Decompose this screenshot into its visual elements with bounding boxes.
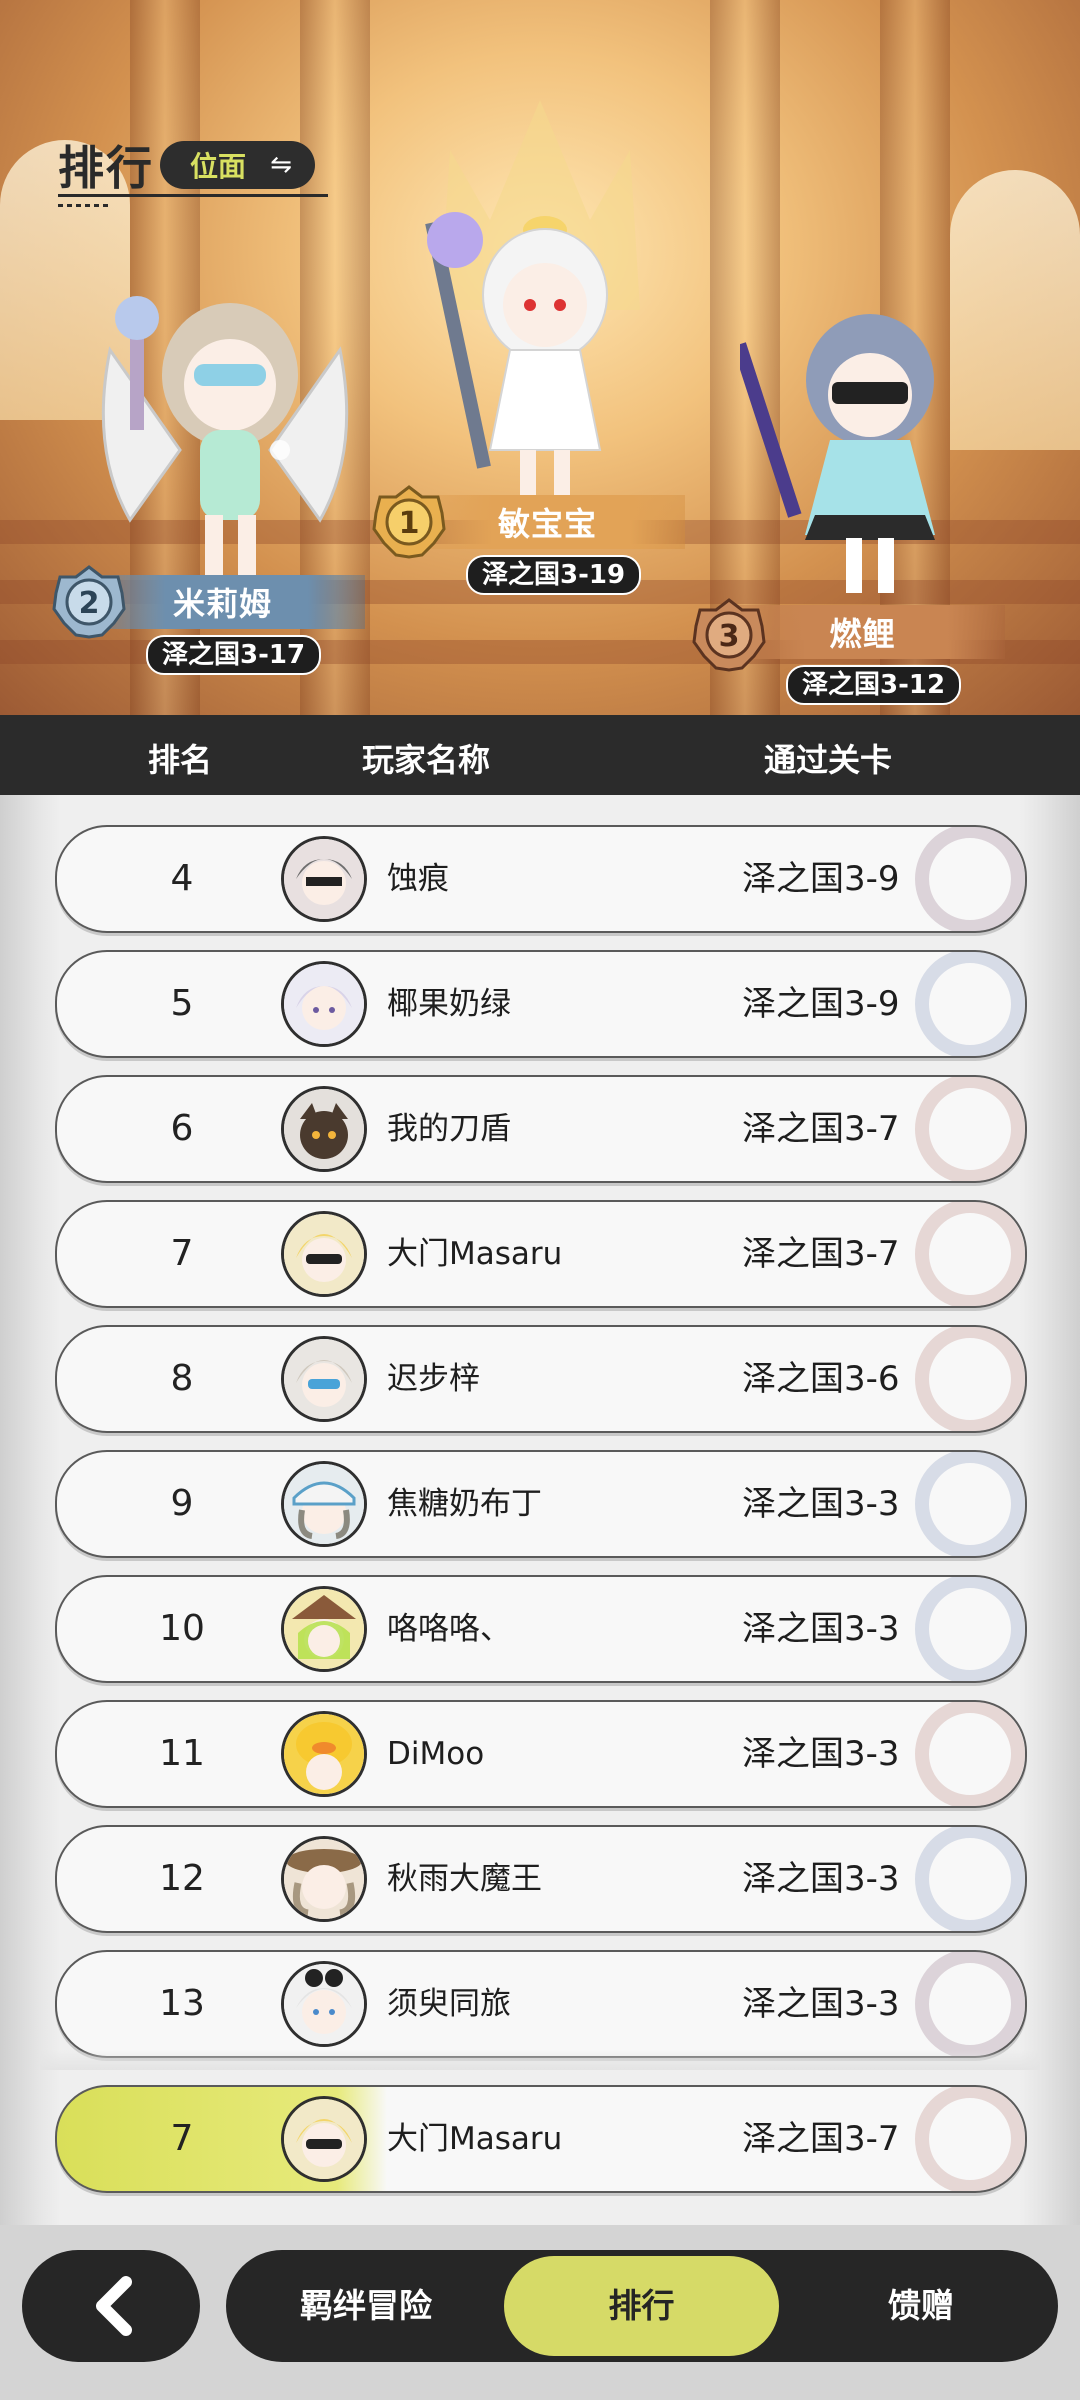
rank-3-name: 燃鲤 xyxy=(829,615,896,653)
avatar[interactable] xyxy=(281,1461,367,1547)
table-row[interactable]: 8 迟步梓 泽之国3-6 xyxy=(55,1325,1027,1433)
svg-text:3: 3 xyxy=(719,619,740,654)
table-row[interactable]: 9 焦糖奶布丁 泽之国3-3 xyxy=(55,1450,1027,1558)
table-row[interactable]: 6 我的刀盾 泽之国3-7 xyxy=(55,1075,1027,1183)
title-underline xyxy=(58,194,328,197)
row-stage: 泽之国3-3 xyxy=(742,1609,900,1649)
rank-3-character[interactable] xyxy=(740,300,970,600)
column-rank: 排名 xyxy=(148,741,213,779)
my-rank-row[interactable]: 7 大门Masaru 泽之国3-7 xyxy=(55,2085,1027,2193)
title-dots xyxy=(58,204,108,207)
avatar[interactable] xyxy=(281,1711,367,1797)
row-player-name: 椰果奶绿 xyxy=(387,986,511,1022)
column-stage: 通过关卡 xyxy=(764,741,893,779)
rank-1-name-plate: 敏宝宝 xyxy=(410,495,685,549)
row-rank: 13 xyxy=(159,1983,205,2024)
row-stage: 泽之国3-3 xyxy=(742,1734,900,1774)
row-stage: 泽之国3-7 xyxy=(742,1234,900,1274)
row-player-name: 秋雨大魔王 xyxy=(387,1861,542,1897)
back-button[interactable] xyxy=(22,2250,200,2362)
my-stage: 泽之国3-7 xyxy=(742,2119,900,2159)
tab-gift[interactable]: 馈赠 xyxy=(816,2250,1026,2362)
page-title: 排行 xyxy=(58,141,154,195)
row-stage: 泽之国3-3 xyxy=(742,1984,900,2024)
svg-text:1: 1 xyxy=(399,506,420,541)
row-rank: 11 xyxy=(159,1733,205,1774)
swap-arrows-icon: ⇋ xyxy=(270,150,292,180)
row-rank: 12 xyxy=(159,1858,205,1899)
plane-switch-button[interactable]: 位面 ⇋ xyxy=(160,141,315,189)
row-stage: 泽之国3-3 xyxy=(742,1484,900,1524)
rank-1-stage: 泽之国3-19 xyxy=(466,555,642,595)
column-player: 玩家名称 xyxy=(362,741,491,779)
rank-3-medal-icon: 3 xyxy=(692,598,766,672)
column-header: 排名 玩家名称 通过关卡 xyxy=(0,715,1080,795)
my-player-name: 大门Masaru xyxy=(387,2121,563,2157)
row-player-name: 蚀痕 xyxy=(387,861,449,897)
row-player-name: 迟步梓 xyxy=(387,1361,480,1397)
avatar[interactable] xyxy=(281,2096,367,2182)
svg-text:2: 2 xyxy=(79,586,100,621)
row-rank: 7 xyxy=(170,1233,194,1274)
avatar[interactable] xyxy=(281,1211,367,1297)
plane-label: 位面 xyxy=(190,150,247,183)
table-row[interactable]: 12 秋雨大魔王 泽之国3-3 xyxy=(55,1825,1027,1933)
chevron-left-icon xyxy=(96,2276,132,2336)
rank-1-character[interactable] xyxy=(420,210,640,510)
avatar[interactable] xyxy=(281,1586,367,1672)
row-stage: 泽之国3-7 xyxy=(742,1109,900,1149)
row-rank: 10 xyxy=(159,1608,205,1649)
row-player-name: 我的刀盾 xyxy=(387,1111,511,1147)
table-row[interactable]: 4 蚀痕 泽之国3-9 xyxy=(55,825,1027,933)
table-row[interactable]: 13 须臾同旅 泽之国3-3 xyxy=(55,1950,1027,2058)
rank-1-medal-icon: 1 xyxy=(372,485,446,559)
podium-scene: 排行 位面 ⇋ 敏宝宝 1 泽之国3-19 米莉姆 2 泽之国3-17 燃鲤 3… xyxy=(0,0,1080,715)
my-rank: 7 xyxy=(170,2118,194,2159)
row-player-name: 须臾同旅 xyxy=(387,1986,511,2022)
avatar[interactable] xyxy=(281,1336,367,1422)
row-rank: 6 xyxy=(170,1108,194,1149)
row-stage: 泽之国3-3 xyxy=(742,1859,900,1899)
row-player-name: DiMoo xyxy=(387,1736,485,1772)
rank-3-stage: 泽之国3-12 xyxy=(786,665,962,705)
nav-tabs: 羁绊冒险 排行 馈赠 xyxy=(226,2250,1058,2362)
row-player-name: 焦糖奶布丁 xyxy=(387,1486,542,1522)
avatar[interactable] xyxy=(281,961,367,1047)
row-stage: 泽之国3-9 xyxy=(742,984,900,1024)
row-player-name: 咯咯咯、 xyxy=(387,1611,511,1647)
row-rank: 8 xyxy=(170,1358,194,1399)
row-stage: 泽之国3-6 xyxy=(742,1359,900,1399)
bottom-bar: 羁绊冒险 排行 馈赠 xyxy=(0,2225,1080,2400)
ranking-list[interactable]: 4 蚀痕 泽之国3-9 5 椰果奶绿 泽之国3-9 6 我的刀盾 泽之国3-7 … xyxy=(0,795,1080,2225)
row-rank: 4 xyxy=(170,858,194,899)
rank-2-stage: 泽之国3-17 xyxy=(146,635,322,675)
row-rank: 5 xyxy=(170,983,194,1024)
row-rank: 9 xyxy=(170,1483,194,1524)
table-row[interactable]: 10 咯咯咯、 泽之国3-3 xyxy=(55,1575,1027,1683)
list-fade xyxy=(40,2050,1040,2070)
avatar[interactable] xyxy=(281,1961,367,2047)
tab-bond-adventure[interactable]: 羁绊冒险 xyxy=(261,2250,471,2362)
table-row[interactable]: 7 大门Masaru 泽之国3-7 xyxy=(55,1200,1027,1308)
rank-2-character[interactable] xyxy=(90,290,360,590)
rank-2-medal-icon: 2 xyxy=(52,565,126,639)
row-stage: 泽之国3-9 xyxy=(742,859,900,899)
table-row[interactable]: 5 椰果奶绿 泽之国3-9 xyxy=(55,950,1027,1058)
avatar[interactable] xyxy=(281,836,367,922)
avatar[interactable] xyxy=(281,1836,367,1922)
row-player-name: 大门Masaru xyxy=(387,1236,563,1272)
table-row[interactable]: 11 DiMoo 泽之国3-3 xyxy=(55,1700,1027,1808)
avatar[interactable] xyxy=(281,1086,367,1172)
rank-2-name: 米莉姆 xyxy=(172,585,272,623)
rank-1-name: 敏宝宝 xyxy=(497,505,597,543)
page-title-group: 排行 xyxy=(58,132,328,207)
tab-ranking[interactable]: 排行 xyxy=(504,2256,779,2356)
